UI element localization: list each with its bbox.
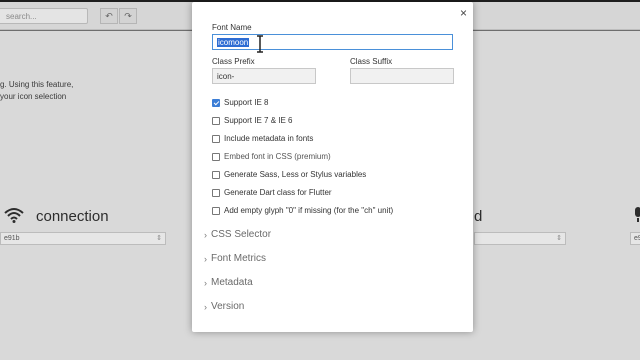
chevron-right-icon: ›	[204, 301, 207, 312]
chevron-right-icon: ›	[204, 277, 207, 288]
section-font-metrics[interactable]: › Font Metrics	[204, 253, 266, 264]
option-label: Embed font in CSS (premium)	[224, 152, 331, 161]
checkbox-icon[interactable]	[212, 116, 220, 125]
section-label: Metadata	[211, 277, 253, 288]
class-suffix-input[interactable]	[350, 68, 454, 84]
option-label: Add empty glyph "0" if missing (for the …	[224, 206, 394, 215]
class-suffix-label: Class Suffix	[350, 57, 393, 66]
option-support-ie7-ie6[interactable]: Support IE 7 & IE 6	[212, 116, 292, 125]
font-name-input[interactable]: icomoon	[212, 34, 453, 50]
chevron-right-icon: ›	[204, 253, 207, 264]
option-generate-sass[interactable]: Generate Sass, Less or Stylus variables	[212, 170, 366, 179]
option-include-metadata[interactable]: Include metadata in fonts	[212, 134, 313, 143]
option-empty-glyph[interactable]: Add empty glyph "0" if missing (for the …	[212, 206, 393, 215]
section-metadata[interactable]: › Metadata	[204, 277, 253, 288]
checkbox-icon[interactable]	[212, 188, 220, 197]
checkbox-checked-icon[interactable]	[212, 98, 220, 107]
option-support-ie8[interactable]: Support IE 8	[212, 98, 268, 107]
option-embed-font[interactable]: Embed font in CSS (premium)	[212, 152, 331, 161]
option-label: Generate Dart class for Flutter	[224, 188, 332, 197]
checkbox-icon[interactable]	[212, 170, 220, 179]
font-name-label: Font Name	[212, 23, 252, 32]
font-name-value: icomoon	[217, 38, 250, 47]
section-label: Font Metrics	[211, 253, 267, 264]
option-label: Support IE 7 & IE 6	[224, 116, 293, 125]
class-prefix-label: Class Prefix	[212, 57, 255, 66]
close-icon[interactable]: ×	[460, 6, 467, 20]
class-prefix-input[interactable]: icon-	[212, 68, 316, 84]
checkbox-icon[interactable]	[212, 152, 220, 161]
section-version[interactable]: › Version	[204, 301, 244, 312]
option-label: Support IE 8	[224, 98, 269, 107]
font-preferences-dialog: × Font Name icomoon Class Prefix icon- C…	[192, 2, 473, 332]
checkbox-icon[interactable]	[212, 206, 220, 215]
chevron-right-icon: ›	[204, 229, 207, 240]
text-cursor-icon	[257, 35, 263, 53]
option-label: Include metadata in fonts	[224, 134, 314, 143]
checkbox-icon[interactable]	[212, 134, 220, 143]
class-prefix-value: icon-	[217, 72, 235, 81]
option-label: Generate Sass, Less or Stylus variables	[224, 170, 367, 179]
option-generate-dart[interactable]: Generate Dart class for Flutter	[212, 188, 332, 197]
section-css-selector[interactable]: › CSS Selector	[204, 229, 271, 240]
section-label: CSS Selector	[211, 229, 272, 240]
section-label: Version	[211, 301, 245, 312]
